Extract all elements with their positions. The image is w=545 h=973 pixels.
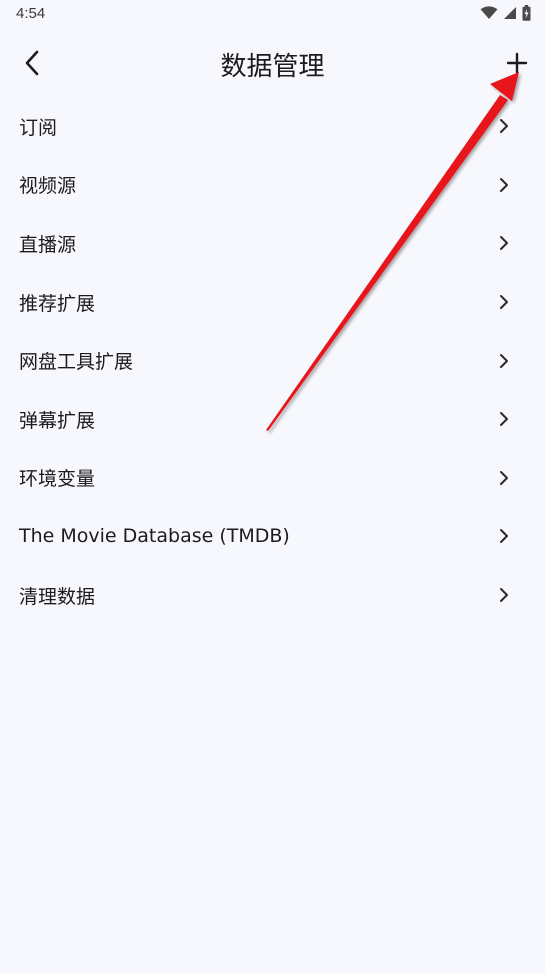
menu-item-video-source[interactable]: 视频源 bbox=[0, 156, 545, 215]
menu-item-danmaku-extension[interactable]: 弹幕扩展 bbox=[0, 390, 545, 449]
chevron-right-icon bbox=[497, 293, 511, 311]
signal-icon bbox=[504, 7, 516, 19]
menu-item-environment-variables[interactable]: 环境变量 bbox=[0, 449, 545, 508]
wifi-icon bbox=[480, 6, 498, 19]
menu-item-label: The Movie Database (TMDB) bbox=[19, 525, 290, 548]
menu-item-cloud-drive-extension[interactable]: 网盘工具扩展 bbox=[0, 331, 545, 390]
menu-item-recommend-extension[interactable]: 推荐扩展 bbox=[0, 273, 545, 332]
page-title: 数据管理 bbox=[220, 52, 325, 82]
menu-item-label: 推荐扩展 bbox=[19, 292, 96, 315]
chevron-right-icon bbox=[497, 469, 511, 487]
chevron-right-icon bbox=[497, 176, 511, 194]
status-time: 4:54 bbox=[16, 5, 46, 22]
chevron-right-icon bbox=[497, 410, 511, 428]
chevron-right-icon bbox=[497, 527, 511, 545]
status-icons bbox=[480, 5, 531, 21]
plus-icon bbox=[506, 52, 528, 74]
chevron-right-icon bbox=[497, 586, 511, 604]
menu-list: 订阅 视频源 直播源 推荐扩展 网盘工具扩展 弹幕扩展 环境变量 The Mov… bbox=[0, 97, 545, 624]
status-bar: 4:54 bbox=[0, 0, 545, 30]
app-bar: 数据管理 bbox=[0, 30, 545, 96]
chevron-right-icon bbox=[497, 117, 511, 135]
add-button[interactable] bbox=[499, 45, 535, 81]
menu-item-live-source[interactable]: 直播源 bbox=[0, 214, 545, 273]
chevron-right-icon bbox=[497, 234, 511, 252]
menu-item-label: 清理数据 bbox=[19, 585, 96, 608]
menu-item-clear-data[interactable]: 清理数据 bbox=[0, 566, 545, 625]
battery-charging-icon bbox=[522, 5, 531, 21]
menu-item-label: 弹幕扩展 bbox=[19, 409, 96, 432]
menu-item-label: 订阅 bbox=[19, 116, 58, 139]
menu-item-label: 网盘工具扩展 bbox=[19, 351, 134, 374]
menu-item-subscription[interactable]: 订阅 bbox=[0, 97, 545, 156]
menu-item-label: 视频源 bbox=[19, 175, 77, 198]
menu-item-label: 环境变量 bbox=[19, 468, 96, 491]
menu-item-tmdb[interactable]: The Movie Database (TMDB) bbox=[0, 507, 545, 566]
menu-item-label: 直播源 bbox=[19, 233, 77, 256]
chevron-right-icon bbox=[497, 352, 511, 370]
